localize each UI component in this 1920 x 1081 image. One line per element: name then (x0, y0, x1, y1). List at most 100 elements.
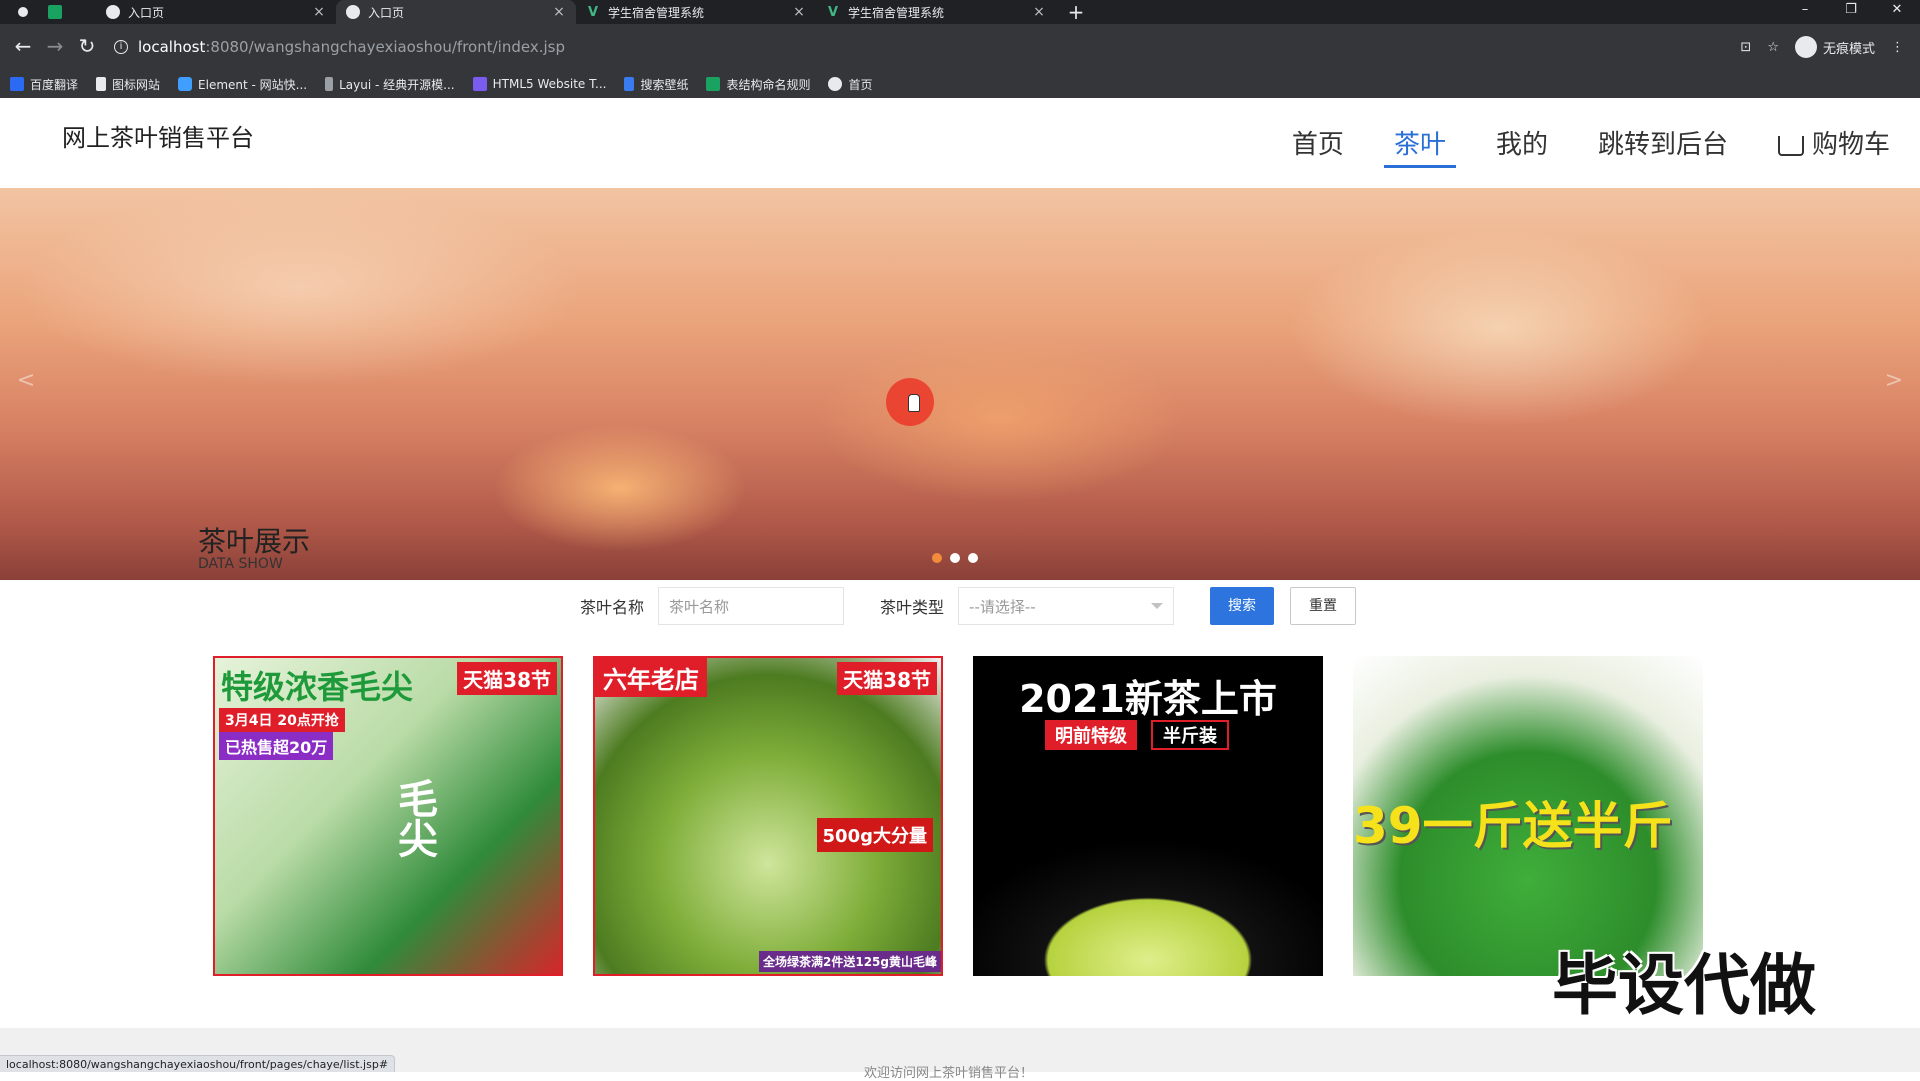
tab-strip-left (0, 5, 96, 19)
product-promo-text: 3月4日 20点开抢 (219, 708, 345, 732)
new-tab-button[interactable]: + (1066, 0, 1086, 24)
profile-button[interactable]: 无痕模式 (1794, 36, 1875, 58)
nav-cart-label: 购物车 (1811, 130, 1890, 160)
bookmark-item[interactable]: 搜索壁纸 (624, 76, 688, 93)
chevron-down-icon (1151, 603, 1164, 609)
sheets-icon[interactable] (48, 5, 62, 19)
product-promo-text: 39一斤送半斤 (1353, 797, 1673, 855)
carousel-prev-icon[interactable]: < (14, 368, 38, 398)
reload-icon[interactable]: ↻ (72, 32, 102, 62)
incognito-icon (1794, 36, 1817, 58)
status-bar-url: localhost:8080/wangshangchayexiaoshou/fr… (0, 1055, 396, 1072)
name-label: 茶叶名称 (580, 598, 645, 617)
carousel-next-icon[interactable]: > (1882, 368, 1906, 398)
section-title: 茶叶展示 (198, 525, 311, 558)
browser-tab-1[interactable]: 入口页 × (96, 0, 336, 24)
product-card[interactable]: 2021新茶上市 明前特级 半斤装 (973, 656, 1323, 976)
profile-label: 无痕模式 (1822, 41, 1875, 57)
restore-icon[interactable]: ❐ (1828, 0, 1874, 24)
type-label: 茶叶类型 (880, 598, 945, 617)
carousel-indicators (932, 553, 978, 563)
name-placeholder: 茶叶名称 (669, 597, 730, 616)
html5-icon (472, 77, 487, 91)
globe-icon (828, 77, 843, 91)
vue-icon: V (827, 4, 839, 20)
main-nav: 首页 茶叶 我的 跳转到后台 购物车 (1282, 124, 1900, 168)
tab-close-icon[interactable]: × (552, 4, 566, 20)
url-field[interactable]: i localhost :8080/wangshangchayexiaoshou… (104, 31, 1740, 63)
minimize-icon[interactable]: – (1782, 0, 1828, 24)
address-bar-actions: ⊡ ☆ 无痕模式 ⋮ (1740, 36, 1912, 58)
chrome-icon (16, 5, 30, 19)
product-card[interactable]: 39一斤送半斤 (1353, 656, 1703, 976)
product-promo-text: 2021新茶上市 (1019, 677, 1277, 721)
back-icon[interactable]: ← (8, 32, 38, 62)
address-bar: ← → ↻ i localhost :8080/wangshangchayexi… (0, 24, 1920, 70)
star-icon[interactable]: ☆ (1767, 40, 1779, 55)
product-promo-text: 明前特级 (1045, 720, 1137, 750)
carousel-dot[interactable] (932, 553, 942, 563)
globe-icon (106, 5, 120, 19)
bookmark-item[interactable]: HTML5 Website T... (472, 77, 607, 91)
bookmark-item[interactable]: Layui - 经典开源模... (325, 76, 455, 93)
product-promo-text: 六年老店 (595, 658, 707, 697)
product-promo-text: 天猫38节 (837, 662, 937, 695)
forward-icon[interactable]: → (40, 32, 70, 62)
product-promo-text: 全场绿茶满2件送125g黄山毛峰 (759, 951, 941, 972)
bookmark-label: 搜索壁纸 (640, 77, 689, 92)
nav-home[interactable]: 首页 (1282, 124, 1354, 168)
product-card[interactable]: 六年老店 天猫38节 500g大分量 全场绿茶满2件送125g黄山毛峰 (593, 656, 943, 976)
tab-close-icon[interactable]: × (792, 4, 806, 20)
bookmark-item[interactable]: 首页 (828, 76, 873, 93)
bookmark-label: 百度翻译 (30, 77, 79, 92)
type-select[interactable]: --请选择-- (958, 587, 1175, 625)
search-button[interactable]: 搜索 (1210, 587, 1275, 625)
layui-icon (325, 77, 334, 91)
tab-close-icon[interactable]: × (1032, 4, 1046, 20)
product-grid: 特级浓香毛尖 天猫38节 3月4日 20点开抢 已热售超20万 毛尖 六年老店 … (213, 656, 1703, 976)
bookmark-item[interactable]: 图标网站 (96, 76, 160, 93)
bookmark-label: 图标网站 (112, 77, 161, 92)
url-path: :8080/wangshangchayexiaoshou/front/index… (205, 38, 565, 56)
browser-tab-2[interactable]: 入口页 × (336, 0, 576, 24)
menu-icon[interactable]: ⋮ (1891, 40, 1904, 55)
product-promo-text: 特级浓香毛尖 (221, 668, 414, 706)
type-selected: --请选择-- (969, 597, 1036, 616)
window-close-icon[interactable]: ✕ (1874, 0, 1920, 24)
name-input[interactable]: 茶叶名称 (658, 587, 845, 625)
carousel-dot[interactable] (968, 553, 978, 563)
bookmark-item[interactable]: 表结构命名规则 (706, 76, 810, 93)
browser-tab-4[interactable]: V 学生宿舍管理系统 × (816, 0, 1056, 24)
bookmark-label: Layui - 经典开源模... (339, 77, 455, 92)
product-promo-text: 已热售超20万 (219, 732, 334, 760)
window-controls: – ❐ ✕ (1782, 0, 1920, 24)
info-icon[interactable]: i (114, 40, 128, 54)
cart-icon (1777, 135, 1804, 156)
bookmark-item[interactable]: 百度翻译 (10, 76, 78, 93)
nav-admin[interactable]: 跳转到后台 (1588, 124, 1738, 168)
tab-title: 学生宿舍管理系统 (608, 5, 705, 20)
browser-tab-3[interactable]: V 学生宿舍管理系统 × (576, 0, 816, 24)
product-card[interactable]: 特级浓香毛尖 天猫38节 3月4日 20点开抢 已热售超20万 毛尖 (213, 656, 563, 976)
nav-mine[interactable]: 我的 (1486, 124, 1558, 168)
vue-icon: V (587, 4, 599, 20)
translate-bookmark-icon (10, 77, 24, 91)
reset-button[interactable]: 重置 (1290, 587, 1357, 625)
flag-icon (96, 77, 107, 91)
browser-tab-strip: 入口页 × 入口页 × V 学生宿舍管理系统 × V 学生宿舍管理系统 × + … (0, 0, 1920, 24)
bookmark-label: HTML5 Website T... (492, 77, 607, 91)
site-header: 网上茶叶销售平台 首页 茶叶 我的 跳转到后台 购物车 (0, 98, 1920, 188)
translate-icon[interactable]: ⊡ (1740, 40, 1751, 55)
section-subtitle: DATA SHOW (198, 556, 283, 572)
nav-tea[interactable]: 茶叶 (1383, 124, 1456, 168)
bookmark-item[interactable]: Element - 网站快... (178, 76, 307, 93)
url-host: localhost (138, 38, 206, 56)
bookmark-label: 表结构命名规则 (726, 77, 811, 92)
tab-close-icon[interactable]: × (312, 4, 326, 20)
element-icon (178, 77, 193, 91)
wallpaper-icon (624, 77, 635, 91)
nav-cart[interactable]: 购物车 (1768, 124, 1900, 168)
globe-icon (346, 5, 360, 19)
carousel-dot[interactable] (950, 553, 960, 563)
product-promo-text: 毛尖 (391, 778, 437, 858)
